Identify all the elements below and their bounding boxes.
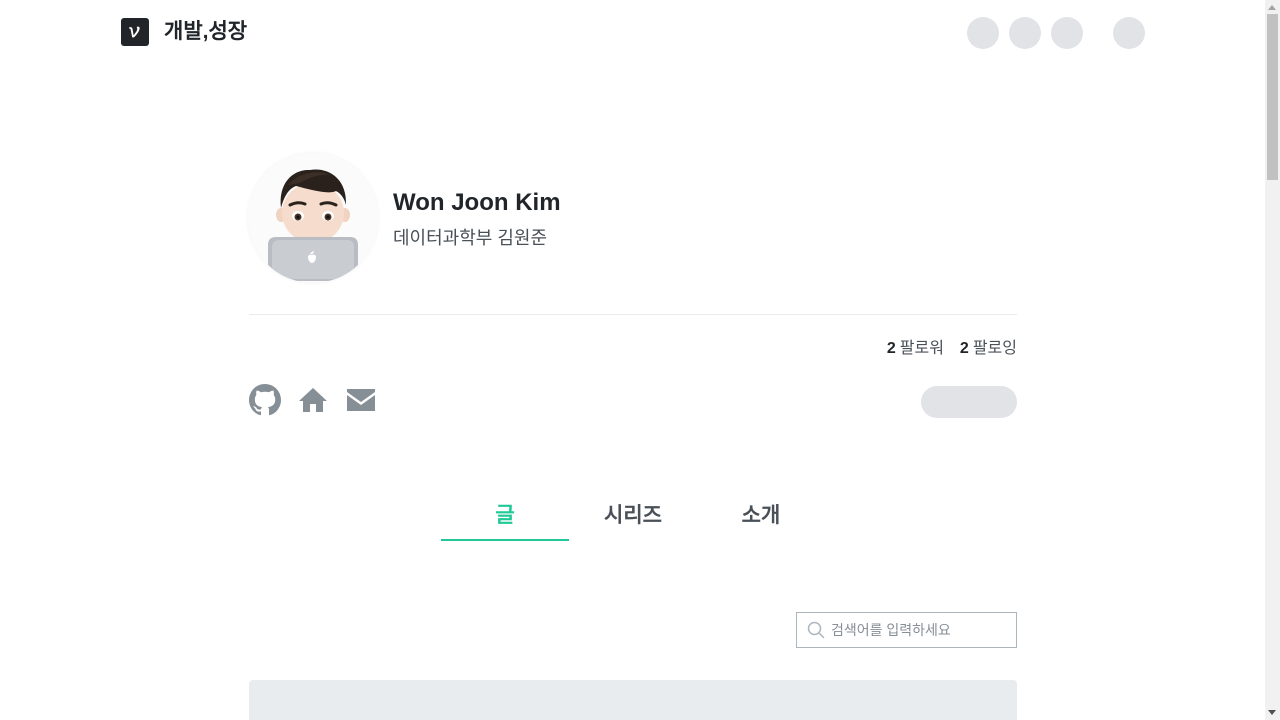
followers-label: 팔로워 <box>899 340 944 357</box>
header-button-placeholder-1[interactable] <box>967 17 999 49</box>
profile-bio: 데이터과학부 김원준 <box>393 228 548 248</box>
profile-name: Won Joon Kim <box>393 189 561 216</box>
header-button-placeholder-3[interactable] <box>1051 17 1083 49</box>
social-links <box>249 384 393 416</box>
following-link[interactable]: 2 팔로잉 <box>960 338 1017 360</box>
followers-count: 2 <box>886 340 896 357</box>
top-header: 개발,성장 <box>0 0 1265 64</box>
search-icon <box>807 621 825 639</box>
search-box <box>796 612 1017 648</box>
header-button-placeholder-2[interactable] <box>1009 17 1041 49</box>
scroll-down-arrow-icon[interactable] <box>1268 710 1276 715</box>
active-tab-indicator <box>441 539 569 541</box>
v-glyph-icon <box>129 26 140 38</box>
profile-tabs: 글 시리즈 소개 <box>441 496 825 542</box>
velog-profile-page: 개발,성장 Won Joon Kim 데이터과학부 김원준 2 팔로워 2 팔로… <box>0 0 1280 720</box>
profile-divider <box>249 314 1017 315</box>
scroll-thumb[interactable] <box>1267 14 1278 180</box>
github-icon[interactable] <box>249 384 281 416</box>
page-scrollbar[interactable] <box>1265 0 1280 720</box>
follow-button-placeholder[interactable] <box>921 386 1017 418</box>
memoji-avatar <box>248 153 378 283</box>
tab-posts[interactable]: 글 <box>441 496 569 542</box>
followers-link[interactable]: 2 팔로워 <box>887 338 944 360</box>
blog-title[interactable]: 개발,성장 <box>164 18 247 46</box>
home-icon[interactable] <box>297 384 329 416</box>
follow-stats: 2 팔로워 2 팔로잉 <box>887 338 1017 360</box>
search-input[interactable] <box>831 622 1001 638</box>
following-label: 팔로잉 <box>972 340 1017 357</box>
scroll-up-arrow-icon[interactable] <box>1268 5 1276 10</box>
tab-series[interactable]: 시리즈 <box>569 496 697 542</box>
following-count: 2 <box>959 340 969 357</box>
velog-logo-icon[interactable] <box>121 18 149 46</box>
mail-icon[interactable] <box>345 384 377 416</box>
header-user-avatar-placeholder[interactable] <box>1113 17 1145 49</box>
avatar <box>248 153 378 283</box>
tab-about[interactable]: 소개 <box>697 496 825 542</box>
post-card-skeleton <box>249 680 1017 720</box>
